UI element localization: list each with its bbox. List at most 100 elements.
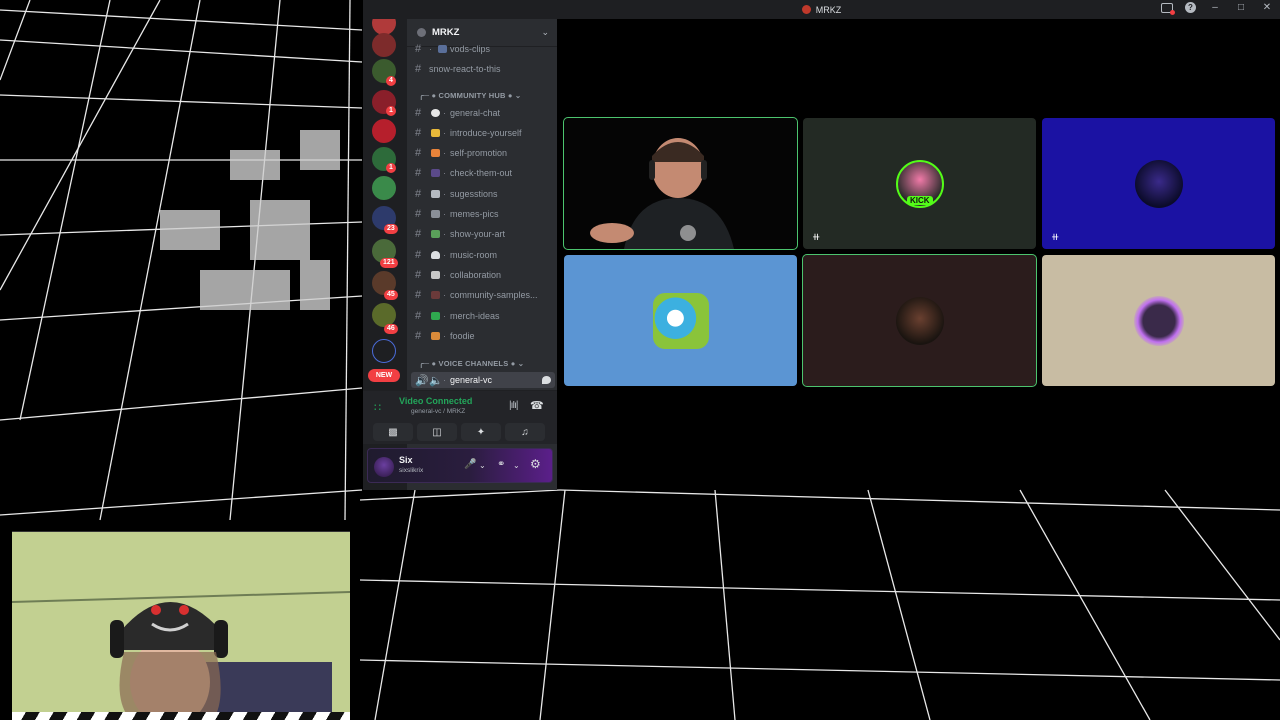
- channel-item[interactable]: # · memes-pics: [415, 206, 499, 222]
- title-bar: MRKZ ? – □ ✕: [363, 0, 1280, 19]
- server-logo-icon: [801, 5, 811, 14]
- megaphone-icon: [431, 149, 440, 157]
- server-icon[interactable]: [372, 176, 396, 200]
- mention-badge: 4: [386, 76, 396, 86]
- channel-label: vods-clips: [450, 44, 491, 54]
- shirt-icon: [431, 312, 440, 320]
- food-icon: [431, 332, 440, 340]
- avatar: [895, 296, 944, 345]
- hand-server-icon[interactable]: [372, 339, 396, 363]
- channel-item[interactable]: # · merch-ideas: [415, 308, 500, 324]
- mention-badge: 121: [380, 258, 398, 268]
- channel-label: sugesstions: [450, 189, 498, 199]
- category-community-hub[interactable]: ╭─ ● COMMUNITY HUB ● ⌄: [419, 91, 521, 100]
- mention-badge: 23: [384, 224, 398, 234]
- maximize-icon[interactable]: □: [1234, 2, 1248, 13]
- server-dot-icon: [417, 28, 426, 37]
- chevron-down-icon[interactable]: ⌄: [541, 27, 549, 38]
- id-card-icon: [431, 129, 440, 137]
- video-tile-camera[interactable]: [563, 117, 798, 250]
- channel-item[interactable]: # · music-room: [415, 247, 497, 263]
- hash-icon: #: [415, 330, 422, 342]
- overlay-stripe: [12, 712, 350, 720]
- channel-item[interactable]: # · show-your-art: [415, 226, 505, 242]
- noise-suppression-icon[interactable]: |ıIı|: [509, 400, 518, 411]
- user-panel: Six sixslikrix 🎤 ⌄ ⚭ ⌄ ⚙: [367, 448, 553, 483]
- chat-bubble-icon[interactable]: [542, 376, 551, 384]
- voice-channel-general-vc[interactable]: 🔊 🔈 · general-vc: [411, 372, 555, 388]
- channel-item[interactable]: # · self-promotion: [415, 145, 507, 161]
- channel-label: memes-pics: [450, 209, 499, 219]
- channel-item[interactable]: # · general-chat: [415, 105, 500, 121]
- screen-share-icon: ◫: [432, 426, 442, 438]
- camera-icon: [431, 210, 440, 218]
- video-tile-participant[interactable]: [564, 255, 797, 386]
- speech-icon: [431, 109, 440, 117]
- channel-label: check-them-out: [450, 168, 513, 178]
- hash-icon: #: [415, 269, 422, 281]
- username[interactable]: Six: [399, 455, 413, 465]
- hash-icon: #: [415, 228, 422, 240]
- hash-icon: #: [415, 310, 422, 322]
- category-voice-channels[interactable]: ╭─ ● VOICE CHANNELS ● ⌄: [419, 359, 524, 368]
- channel-label: general-chat: [450, 108, 501, 118]
- channel-item[interactable]: # · collaboration: [415, 267, 501, 283]
- screen-share-button[interactable]: ◫: [417, 423, 457, 441]
- help-icon[interactable]: ?: [1185, 2, 1196, 13]
- channel-label: general-vc: [450, 375, 493, 385]
- camera-off-button[interactable]: ▩: [373, 423, 413, 441]
- activities-button[interactable]: ✦: [461, 423, 501, 441]
- speaker-icon: 🔊: [415, 374, 429, 387]
- channel-item[interactable]: # · community-samples...: [415, 287, 538, 303]
- voice-location[interactable]: general-vc / MRKZ: [411, 408, 465, 415]
- channel-label: self-promotion: [450, 148, 508, 158]
- microphone-icon[interactable]: 🎤: [464, 459, 476, 470]
- minimize-icon[interactable]: –: [1208, 2, 1222, 13]
- hash-icon: #: [415, 188, 422, 200]
- hash-icon: #: [415, 249, 422, 261]
- chevron-down-icon[interactable]: ⌄: [479, 461, 486, 470]
- voice-status[interactable]: Video Connected: [399, 396, 472, 406]
- settings-gear-icon[interactable]: ⚙: [530, 457, 541, 471]
- channel-item[interactable]: # · sugesstions: [415, 186, 498, 202]
- disconnect-icon[interactable]: ☎: [530, 399, 544, 412]
- speech-icon: ●: [431, 91, 439, 100]
- hash-icon: #: [415, 63, 422, 75]
- avatar[interactable]: [374, 457, 394, 477]
- channel-label: community-samples...: [450, 290, 538, 300]
- box-icon: [431, 190, 440, 198]
- channel-item[interactable]: # · foodie: [415, 328, 475, 344]
- server-icon[interactable]: [372, 119, 396, 143]
- voice-connection-panel: ∷ Video Connected general-vc / MRKZ |ıIı…: [363, 390, 557, 444]
- channel-item[interactable]: # snow-react-to-this: [415, 61, 501, 77]
- channel-label: merch-ideas: [450, 311, 500, 321]
- hash-icon: #: [415, 147, 422, 159]
- channel-item[interactable]: # · introduce-yourself: [415, 125, 522, 141]
- mention-badge: 46: [384, 324, 398, 334]
- video-tile-participant[interactable]: [802, 254, 1037, 387]
- avatar: [652, 292, 709, 349]
- camera-off-icon: ▩: [388, 426, 398, 438]
- channel-label: show-your-art: [450, 229, 506, 239]
- hash-icon: #: [415, 289, 422, 301]
- headphones-icon[interactable]: ⚭: [497, 459, 505, 470]
- channel-item[interactable]: # · vods-clips: [415, 41, 490, 57]
- video-tile-participant[interactable]: [1042, 255, 1275, 386]
- channel-label: foodie: [450, 331, 475, 341]
- video-tile-participant[interactable]: KICK ⧺: [803, 118, 1036, 249]
- stage: MRKZ ? – □ ✕ 4 1 1 23 121 45 46 NEW MRKZ…: [0, 0, 1280, 720]
- server-icon[interactable]: [372, 33, 396, 57]
- video-tile-participant[interactable]: ⧺: [1042, 118, 1275, 249]
- window-title-text: MRKZ: [815, 4, 842, 15]
- close-icon[interactable]: ✕: [1260, 2, 1274, 13]
- channel-item[interactable]: # · check-them-out: [415, 165, 512, 181]
- inbox-icon[interactable]: [1161, 2, 1175, 15]
- signal-icon[interactable]: ∷: [374, 401, 381, 414]
- mic-muted-icon: ⧺: [812, 232, 821, 243]
- camera-feed: [564, 118, 797, 249]
- new-unreads-pill[interactable]: NEW: [368, 369, 400, 382]
- kick-logo: KICK: [907, 196, 933, 205]
- eyes-icon: [431, 169, 440, 177]
- soundboard-button[interactable]: ♫: [505, 423, 545, 441]
- chevron-down-icon[interactable]: ⌄: [513, 461, 520, 470]
